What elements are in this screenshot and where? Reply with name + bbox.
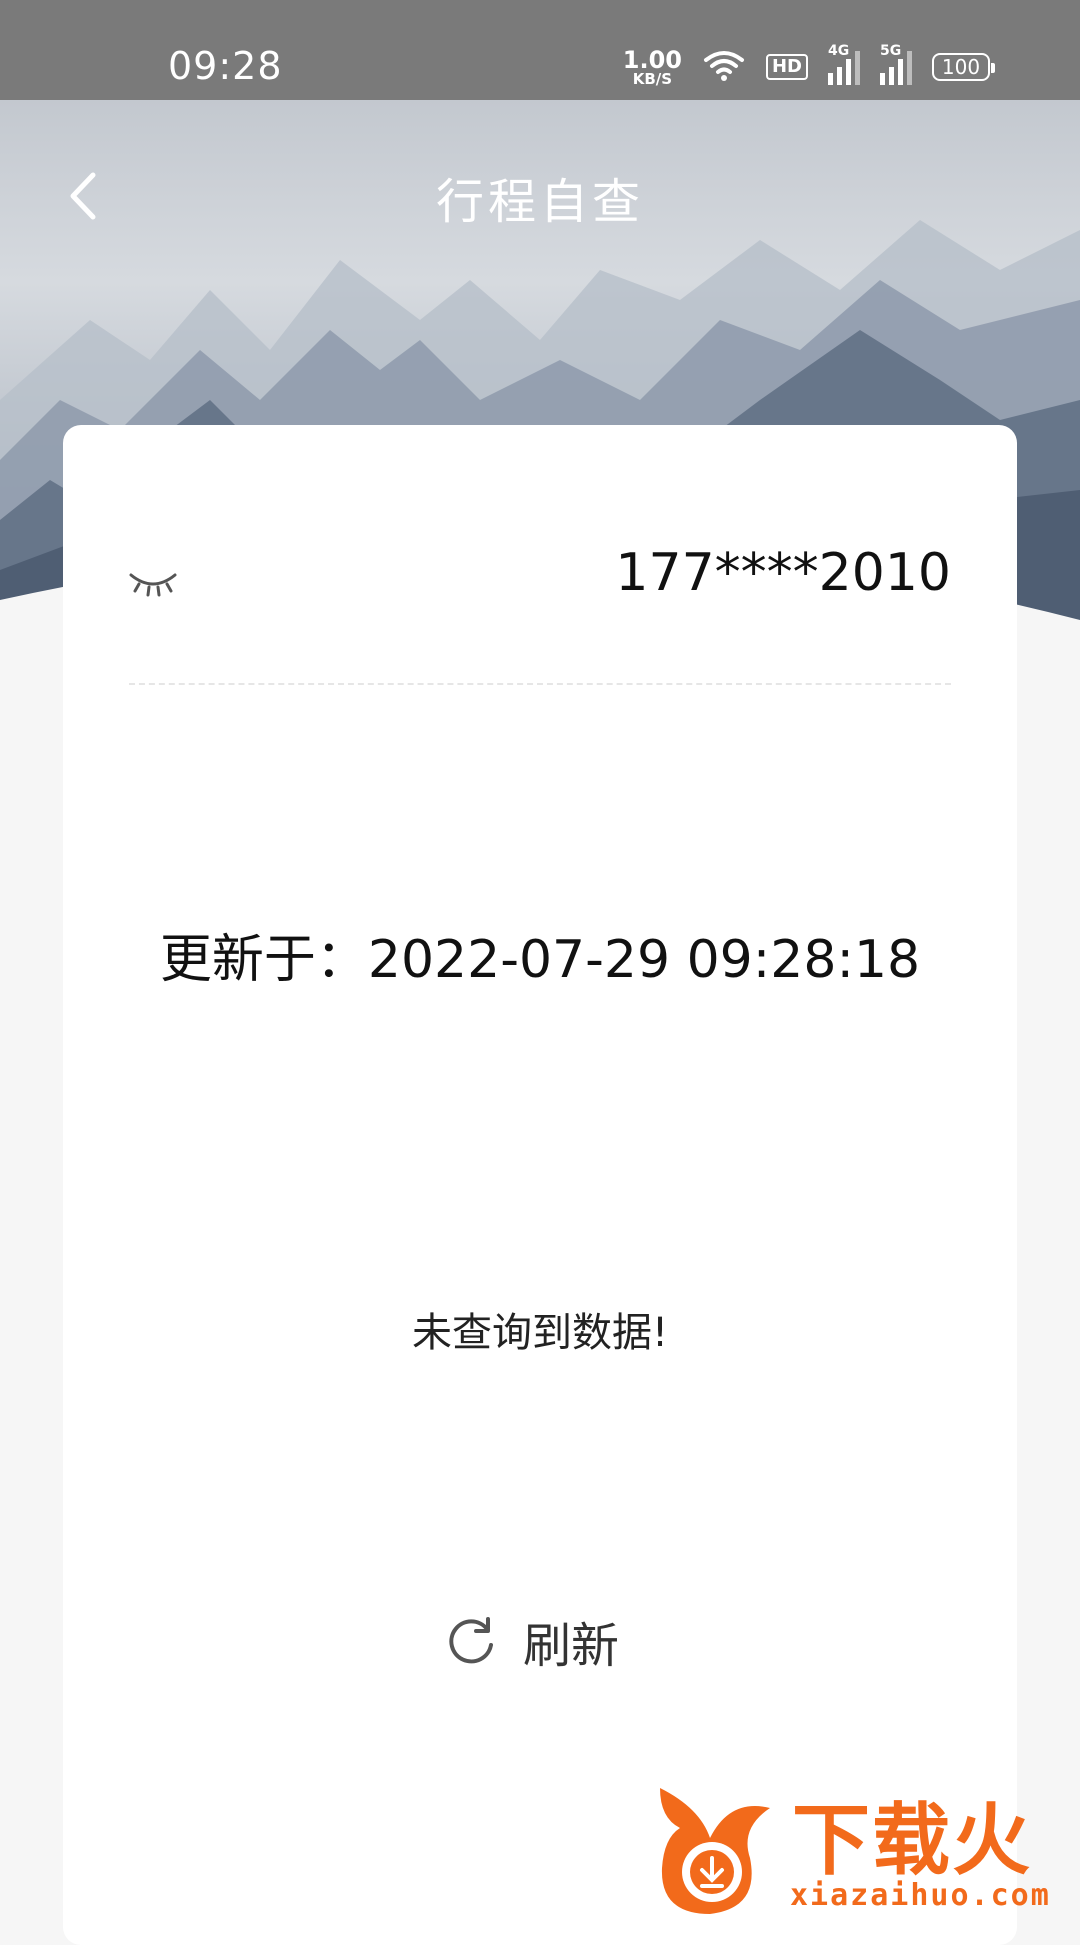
hd-voice-icon: HD (765, 54, 808, 80)
battery-icon: 100 (932, 53, 995, 81)
refresh-label: 刷新 (523, 1618, 620, 1674)
update-time: 2022-07-29 09:28:18 (367, 930, 921, 990)
flame-logo-icon (660, 1788, 770, 1914)
signal-4g-icon: 4G (828, 43, 860, 85)
refresh-button[interactable]: 刷新 (445, 1605, 619, 1677)
divider (129, 683, 951, 685)
wifi-icon (702, 48, 746, 86)
network-speed: 1.00 KB/S (623, 48, 682, 87)
update-time-line: 更新于：2022-07-29 09:28:18 (63, 917, 1017, 992)
watermark-brand: 下载火 (792, 1796, 1033, 1886)
refresh-icon (449, 1617, 493, 1664)
network-speed-value: 1.00 (622, 45, 682, 74)
update-label: 更新于： (159, 930, 368, 990)
empty-state-message: 未查询到数据! (411, 1310, 669, 1356)
signal-4g-label: 4G (828, 43, 850, 59)
network-speed-unit: KB/S (632, 69, 673, 88)
masked-phone-number: 177****2010 (615, 543, 951, 603)
watermark-url: xiazaihuo.com (790, 1878, 1051, 1913)
signal-5g-icon: 5G (880, 43, 912, 85)
status-icons: 1.00 KB/S HD 4G 5G 100 (623, 42, 995, 92)
result-card: 177****2010 更新于：2022-07-29 09:28:18 未查询到… (63, 425, 1017, 1945)
status-time: 09:28 (168, 44, 283, 88)
watermark-logo: 下载火 xiazaihuo.com (640, 1778, 1080, 1920)
status-bar: 09:28 1.00 KB/S HD 4G 5G 100 (0, 0, 1080, 100)
page-title: 行程自查 (435, 174, 644, 230)
signal-5g-label: 5G (880, 43, 902, 59)
eye-closed-icon[interactable] (125, 563, 181, 603)
